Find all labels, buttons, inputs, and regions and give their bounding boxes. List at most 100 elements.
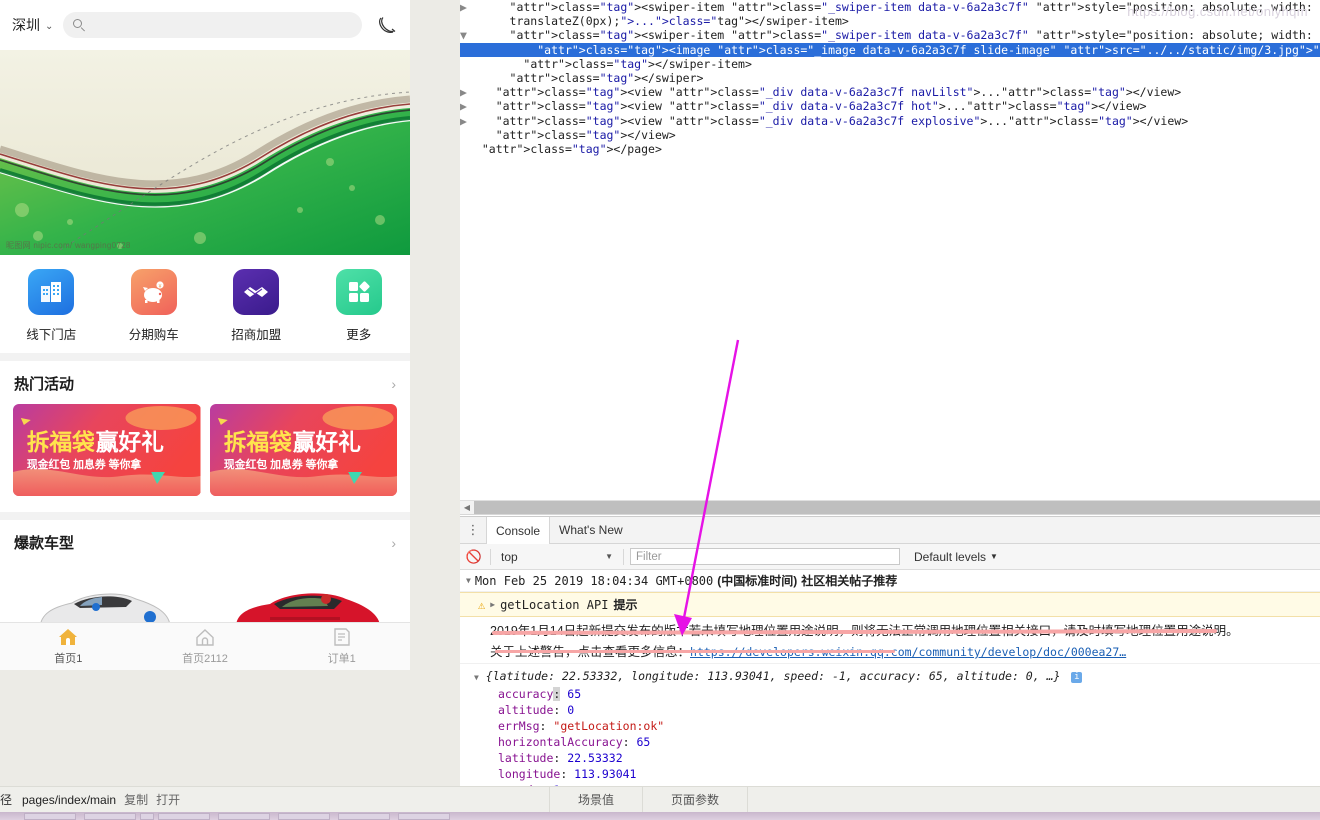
scene-value-button[interactable]: 场景值 xyxy=(562,791,630,808)
svg-text:赢好礼: 赢好礼 xyxy=(96,429,164,455)
banner-image xyxy=(0,50,410,255)
dom-node-line[interactable]: ▶ "attr">class="tag"><view "attr">class=… xyxy=(460,85,1320,99)
devtools-panel: ▶ "attr">class="tag"><swiper-item "attr"… xyxy=(460,0,1320,786)
handshake-icon xyxy=(233,269,280,315)
object-summary: {latitude: 22.53332, longitude: 113.9304… xyxy=(485,669,1061,683)
tab-home-2[interactable]: 首页2112 xyxy=(137,623,274,670)
filter-input[interactable]: Filter xyxy=(630,548,900,565)
tab-label: 首页1 xyxy=(54,653,83,665)
location-object-log: ▼ {latitude: 22.53332, longitude: 113.93… xyxy=(460,664,1320,786)
nav-item-1[interactable]: ¥ 分期购车 xyxy=(103,269,206,343)
taskbar-button[interactable] xyxy=(158,813,210,820)
explosive-section-header[interactable]: 爆款车型 › xyxy=(0,520,410,563)
context-value: top xyxy=(501,549,518,564)
nav-item-label: 分期购车 xyxy=(128,328,179,342)
taskbar-button[interactable] xyxy=(84,813,136,820)
object-property-row: horizontalAccuracy: 65 xyxy=(498,735,651,749)
search-input[interactable] xyxy=(63,12,362,38)
nav-item-3[interactable]: 更多 xyxy=(308,269,411,343)
promo-card-1[interactable]: 拆福袋 赢好礼 现金红包 加息券 等你拿 xyxy=(209,404,397,496)
banner-watermark: 昵图网 nipic.com/ wangping0728 xyxy=(6,241,131,250)
nav-item-label: 招商加盟 xyxy=(231,328,282,342)
svg-text:赢好礼: 赢好礼 xyxy=(292,429,360,455)
warning-body-line-1: 2019年1月14日起新提交发布的版本若未填写地理位置用途说明，则将无法正常调用… xyxy=(490,624,1239,638)
dom-node-line[interactable]: "attr">class="tag"></swiper-item> xyxy=(460,57,1320,71)
expand-triangle-icon[interactable]: ▶ xyxy=(490,600,495,609)
log-level-selector[interactable]: Default levels ▼ xyxy=(914,550,998,564)
promo-card-0[interactable]: 拆福袋 赢好礼 现金红包 加息券 等你拿 xyxy=(13,404,201,496)
open-path-button[interactable]: 打开 xyxy=(156,791,180,808)
city-selector[interactable]: 深圳 ⌄ xyxy=(12,15,53,35)
taskbar-button[interactable] xyxy=(338,813,390,820)
phone-icon[interactable] xyxy=(376,14,398,36)
nav-item-0[interactable]: 线下门店 xyxy=(0,269,103,343)
dom-node-line[interactable]: ▼ "attr">class="tag"><swiper-item "attr"… xyxy=(460,28,1320,42)
warning-body-prefix: 关于上述警告，点击查看更多信息： xyxy=(490,645,691,659)
dom-node-line[interactable]: "attr">class="tag"><image "attr">class="… xyxy=(460,42,1320,57)
grid-more-icon xyxy=(335,269,382,315)
search-icon xyxy=(73,18,86,32)
banner-swiper[interactable]: 昵图网 nipic.com/ wangping0728 xyxy=(0,50,410,255)
object-property-row: errMsg: "getLocation:ok" xyxy=(498,719,665,733)
warning-body-line-2: 关于上述警告，点击查看更多信息：https://developers.weixi… xyxy=(460,640,1320,664)
console-group-header[interactable]: ▼ Mon Feb 25 2019 18:04:34 GMT+0800 (中国标… xyxy=(460,570,1320,592)
dom-node-line[interactable]: ▶ "attr">class="tag"><view "attr">class=… xyxy=(460,114,1320,128)
filter-placeholder: Filter xyxy=(636,550,662,563)
tab-home-1[interactable]: 首页1 xyxy=(0,623,137,670)
app-root: 深圳 ⌄ 昵图网 nipic.com/ wangping0728 线下门店 ¥ … xyxy=(0,0,1320,820)
dom-node-line[interactable]: ▶ "attr">class="tag"><view "attr">class=… xyxy=(460,99,1320,113)
hot-section-header[interactable]: 热门活动 › xyxy=(0,361,410,404)
caret-down-icon: ▼ xyxy=(605,552,613,561)
nav-item-label: 线下门店 xyxy=(26,328,77,342)
dom-node-line[interactable]: "attr">class="tag"></page> xyxy=(460,142,1320,156)
dom-node-line[interactable]: "attr">class="tag"></swiper> xyxy=(460,71,1320,85)
kebab-menu-icon[interactable]: ⋮ xyxy=(460,517,486,543)
warning-title-cn: 提示 xyxy=(613,598,638,612)
taskbar-button[interactable] xyxy=(398,813,450,820)
toolbar-divider xyxy=(490,548,491,565)
home-outline-icon xyxy=(196,629,214,646)
group-timezone: (中国标准时间) xyxy=(717,574,798,588)
page-params-button[interactable]: 页面参数 xyxy=(655,791,735,808)
info-icon[interactable]: i xyxy=(1071,672,1083,683)
chevron-down-icon: ⌄ xyxy=(45,20,54,32)
console-warning-row[interactable]: ⚠ ▶ getLocation API 提示 xyxy=(460,592,1320,617)
tab-label: 订单1 xyxy=(327,653,356,665)
chevron-right-icon[interactable]: › xyxy=(391,376,396,392)
path-info: 径 pages/index/main 复制 打开 xyxy=(0,791,180,808)
context-selector[interactable]: top ▼ xyxy=(497,550,617,564)
elements-horizontal-scrollbar[interactable]: ◀ xyxy=(460,500,1320,515)
elements-tree[interactable]: ▶ "attr">class="tag"><swiper-item "attr"… xyxy=(460,0,1320,498)
warning-triangle-icon: ⚠ xyxy=(478,597,486,612)
taskbar-button[interactable] xyxy=(218,813,270,820)
object-property-row: accuracy: 65 xyxy=(498,687,582,701)
section-title: 热门活动 xyxy=(14,376,75,393)
piggy-bank-icon: ¥ xyxy=(130,269,177,315)
nav-item-label: 更多 xyxy=(346,328,372,342)
statusbar-divider xyxy=(747,786,748,813)
warning-doc-link[interactable]: https://developers.weixin.qq.com/communi… xyxy=(690,645,1126,659)
taskbar-button[interactable] xyxy=(24,813,76,820)
dom-node-line[interactable]: "attr">class="tag"></view> xyxy=(460,128,1320,142)
tab-whats-new[interactable]: What's New xyxy=(550,517,632,543)
svg-text:现金红包 加息券 等你拿: 现金红包 加息券 等你拿 xyxy=(27,457,141,471)
copy-path-button[interactable]: 复制 xyxy=(124,791,148,808)
hot-promo-list: 拆福袋 赢好礼 现金红包 加息券 等你拿 拆福袋 赢好礼 现金红包 加息券 等你… xyxy=(0,404,410,512)
collapse-triangle-icon[interactable]: ▼ xyxy=(474,673,479,682)
devtools-drawer: ⋮ Console What's New 🚫 top ▼ Filter Defa… xyxy=(460,516,1320,786)
nav-item-2[interactable]: 招商加盟 xyxy=(205,269,308,343)
collapse-triangle-icon[interactable]: ▼ xyxy=(466,576,471,585)
scroll-thumb[interactable] xyxy=(474,501,1320,514)
taskbar-button[interactable] xyxy=(140,813,154,820)
tab-console[interactable]: Console xyxy=(486,517,551,544)
city-label: 深圳 xyxy=(12,17,40,33)
scroll-left-arrow[interactable]: ◀ xyxy=(460,503,474,512)
object-property-row: longitude: 113.93041 xyxy=(498,767,637,781)
page-watermark: https://blog.csdn.net/onlyhqm xyxy=(1127,4,1308,19)
object-summary-row[interactable]: ▼ {latitude: 22.53332, longitude: 113.93… xyxy=(474,668,1320,686)
tab-order-1[interactable]: 订单1 xyxy=(273,623,410,670)
chevron-right-icon[interactable]: › xyxy=(391,535,396,551)
object-property-row: altitude: 0 xyxy=(498,703,575,717)
taskbar-button[interactable] xyxy=(278,813,330,820)
clear-console-icon[interactable]: 🚫 xyxy=(464,549,484,565)
